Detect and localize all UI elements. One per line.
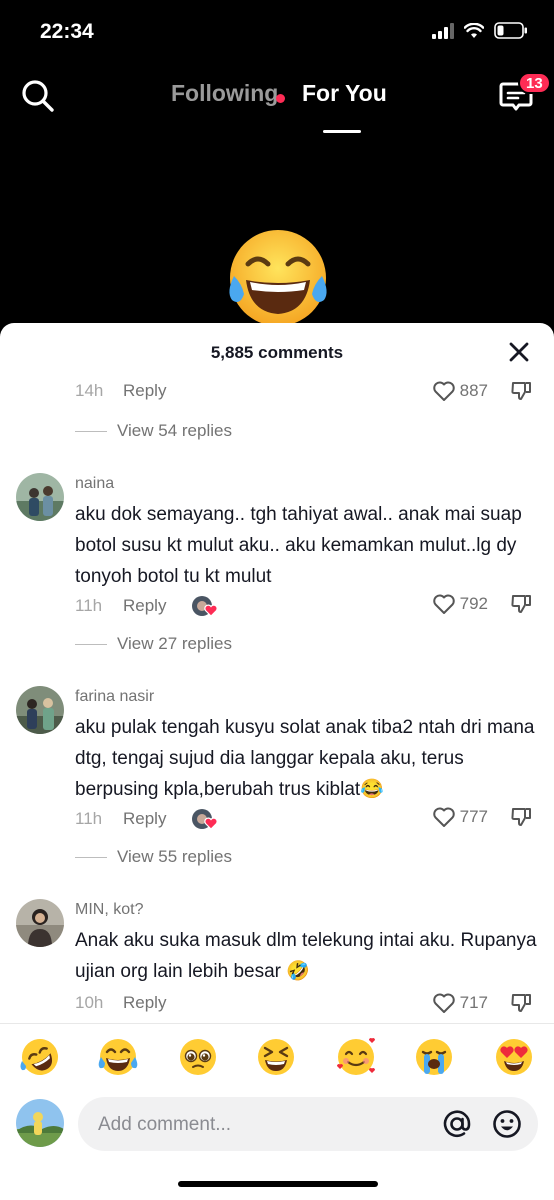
heart-icon bbox=[432, 993, 455, 1013]
replies-divider-line bbox=[75, 856, 107, 858]
comment-text: aku dok semayang.. tgh tahiyat awal.. an… bbox=[75, 504, 522, 587]
top-nav: Following For You bbox=[0, 64, 554, 133]
status-time: 22:34 bbox=[40, 20, 94, 43]
like-button[interactable]: 792 bbox=[432, 593, 488, 615]
heart-icon bbox=[432, 594, 455, 614]
active-tab-indicator bbox=[323, 130, 361, 133]
like-count: 777 bbox=[459, 807, 488, 826]
comment-input-row: Add comment... bbox=[0, 1093, 554, 1153]
mention-at-icon[interactable] bbox=[442, 1109, 472, 1139]
emoji-picker-icon[interactable] bbox=[492, 1109, 522, 1139]
status-bar: 22:34 bbox=[0, 0, 554, 64]
my-avatar-photo bbox=[16, 1099, 64, 1147]
view-replies-label: View 54 replies bbox=[117, 421, 232, 440]
like-count: 887 bbox=[459, 381, 488, 400]
rofl-emoji-icon[interactable] bbox=[18, 1035, 62, 1079]
replies-divider-line bbox=[75, 643, 107, 645]
comment-time: 11h bbox=[75, 809, 103, 828]
like-button[interactable]: 777 bbox=[432, 806, 488, 828]
avatar[interactable] bbox=[16, 686, 64, 734]
comment-text: aku pulak tengah kusyu solat anak tiba2 … bbox=[75, 717, 535, 800]
reply-button[interactable]: Reply bbox=[123, 809, 166, 829]
view-replies-button[interactable]: View 55 replies bbox=[75, 847, 232, 867]
creator-liked-icon bbox=[192, 596, 219, 617]
heart-eyes-emoji-icon[interactable] bbox=[492, 1035, 536, 1079]
following-notification-dot bbox=[276, 94, 285, 103]
comments-sheet: 5,885 comments 14h Reply 887 View 54 rep… bbox=[0, 323, 554, 1200]
comment-username[interactable]: MIN, kot? bbox=[75, 901, 143, 919]
dislike-icon[interactable] bbox=[510, 593, 532, 615]
grinning-squinting-emoji-icon[interactable] bbox=[254, 1035, 298, 1079]
view-replies-button[interactable]: View 54 replies bbox=[75, 421, 232, 441]
comment-meta: 11h Reply bbox=[75, 594, 220, 618]
smiling-with-hearts-emoji-icon[interactable] bbox=[334, 1035, 378, 1079]
avatar-photo bbox=[16, 686, 64, 734]
wifi-icon bbox=[464, 22, 484, 38]
avatar[interactable] bbox=[16, 473, 64, 521]
pleading-face-emoji-icon[interactable] bbox=[176, 1035, 220, 1079]
comment-time: 11h bbox=[75, 596, 103, 615]
like-button[interactable]: 887 bbox=[432, 380, 488, 402]
loudly-crying-emoji-icon[interactable] bbox=[412, 1035, 456, 1079]
reply-button[interactable]: Reply bbox=[123, 596, 166, 616]
replies-divider-line bbox=[75, 430, 107, 432]
view-replies-label: View 27 replies bbox=[117, 634, 232, 653]
view-replies-button[interactable]: View 27 replies bbox=[75, 634, 232, 654]
comment-meta: 14h Reply bbox=[75, 381, 166, 401]
like-count: 792 bbox=[459, 594, 488, 613]
view-replies-label: View 55 replies bbox=[117, 847, 232, 866]
home-indicator bbox=[178, 1181, 378, 1187]
battery-icon bbox=[494, 22, 527, 39]
comments-list[interactable]: 14h Reply 887 View 54 replies naina aku … bbox=[0, 323, 554, 1023]
avatar-photo bbox=[16, 473, 64, 521]
avatar[interactable] bbox=[16, 899, 64, 947]
comment-text: Anak aku suka masuk dlm telekung intai a… bbox=[75, 930, 537, 982]
comment-input[interactable]: Add comment... bbox=[78, 1097, 538, 1151]
comment-username[interactable]: farina nasir bbox=[75, 688, 154, 706]
reply-button[interactable]: Reply bbox=[123, 381, 166, 401]
dislike-icon[interactable] bbox=[510, 806, 532, 828]
signal-icon bbox=[432, 22, 454, 39]
heart-icon bbox=[432, 807, 455, 827]
like-count: 717 bbox=[459, 993, 488, 1012]
comment-username[interactable]: naina bbox=[75, 475, 114, 493]
dislike-icon[interactable] bbox=[510, 992, 532, 1014]
comment-input-placeholder: Add comment... bbox=[98, 1114, 232, 1135]
input-divider bbox=[0, 1023, 554, 1024]
like-button[interactable]: 717 bbox=[432, 992, 488, 1014]
reply-button[interactable]: Reply bbox=[123, 993, 166, 1013]
tears-of-joy-emoji-icon[interactable] bbox=[96, 1035, 140, 1079]
inbox-badge: 13 bbox=[518, 72, 551, 94]
tab-for-you[interactable]: For You bbox=[302, 80, 387, 107]
heart-icon bbox=[432, 381, 455, 401]
face-with-tears-of-joy-icon bbox=[229, 230, 327, 326]
comment-time: 10h bbox=[75, 993, 104, 1012]
tab-following[interactable]: Following bbox=[171, 80, 278, 107]
my-avatar bbox=[16, 1099, 64, 1147]
comment-time: 14h bbox=[75, 381, 104, 400]
avatar-photo bbox=[16, 899, 64, 947]
comment-meta: 11h Reply bbox=[75, 807, 220, 831]
comment-meta: 10h Reply bbox=[75, 993, 166, 1013]
creator-liked-icon bbox=[192, 809, 219, 830]
status-icons bbox=[432, 22, 528, 39]
dislike-icon[interactable] bbox=[510, 380, 532, 402]
quick-emoji-bar bbox=[0, 1035, 554, 1083]
search-icon[interactable] bbox=[20, 78, 56, 114]
